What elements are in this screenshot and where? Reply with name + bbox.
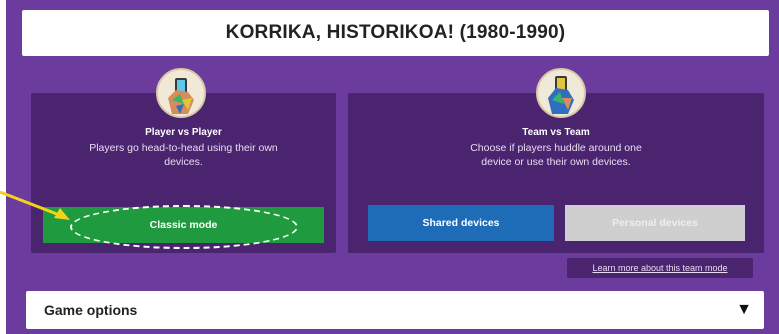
hand-holding-phone-icon [156,68,206,118]
chevron-down-icon: ▼ [736,301,752,318]
page-title: KORRIKA, HISTORIKOA! (1980-1990) [22,10,769,56]
page-title-text: KORRIKA, HISTORIKOA! (1980-1990) [225,22,566,43]
game-options-toggle[interactable]: Game options ▼ [26,291,764,329]
learn-more-link[interactable]: Learn more about this team mode [567,258,753,278]
hand-holding-phone-icon [536,68,586,118]
player-vs-player-heading: Player vs Player [145,127,222,138]
annotation-arrow-icon [0,190,70,220]
shared-devices-button[interactable]: Shared devices [368,205,554,241]
player-vs-player-description: Players go head-to-head using their own … [89,142,278,168]
team-vs-team-heading: Team vs Team [522,127,590,138]
team-vs-team-description: Choose if players huddle around one devi… [470,142,642,168]
classic-mode-button[interactable]: Classic mode [43,207,324,243]
personal-devices-button[interactable]: Personal devices [565,205,745,241]
game-options-label: Game options [44,302,138,318]
